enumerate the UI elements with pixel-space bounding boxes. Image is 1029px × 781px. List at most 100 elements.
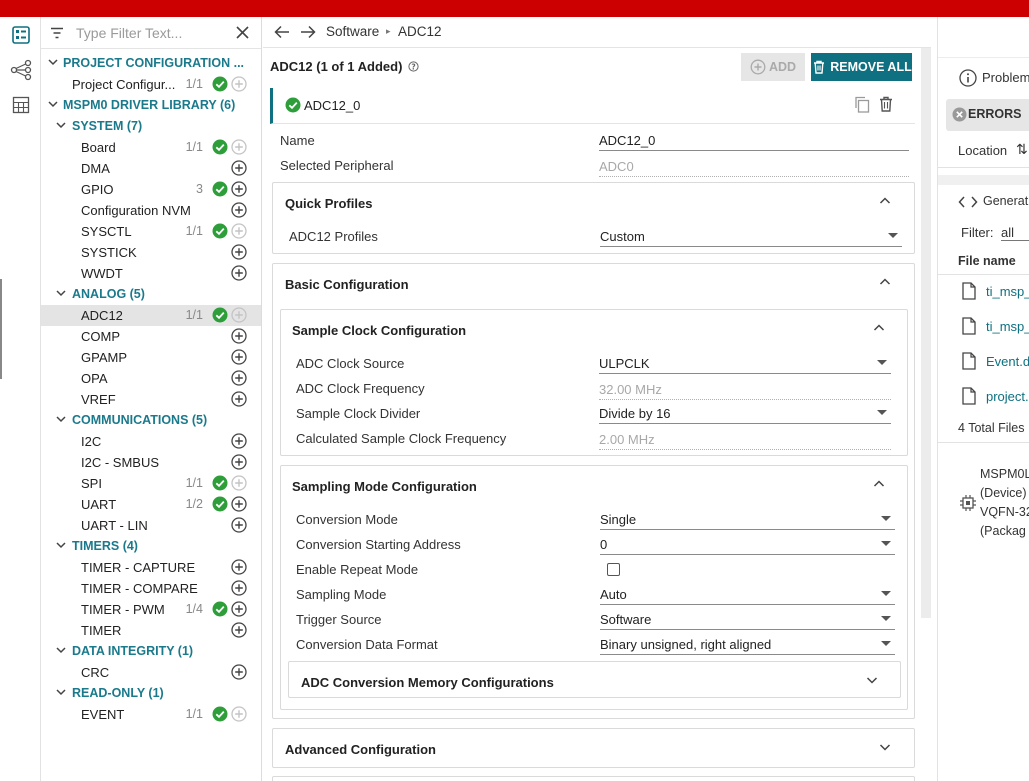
tree-item[interactable]: SYSTEM (7) [41,116,261,137]
add-circle-icon[interactable] [231,517,247,533]
tree-item[interactable]: DATA INTEGRITY (1) [41,641,261,662]
add-circle-icon[interactable] [231,454,247,470]
tree-item[interactable]: READ-ONLY (1) [41,683,261,704]
enable-repeat-mode-checkbox[interactable] [607,563,620,576]
add-circle-icon[interactable] [231,370,247,386]
sampling-mode-title[interactable]: Sampling Mode Configuration [292,479,477,494]
add-circle-icon[interactable] [231,328,247,344]
chevron-down-icon[interactable] [55,413,67,425]
tree-item[interactable]: DMA [41,158,261,179]
tree-item[interactable]: GPIO 3 [41,179,261,200]
adc-clock-source-select[interactable]: ULPCLK [599,356,891,374]
tree-item[interactable]: SYSTICK [41,242,261,263]
generated-file-link[interactable]: ti_msp_ [986,284,1029,299]
chevron-down-icon[interactable] [879,741,891,753]
chevron-up-icon[interactable] [873,478,885,490]
conversion-start-address-select[interactable]: 0 [600,537,895,555]
tree-item[interactable]: CRC [41,662,261,683]
add-circle-icon[interactable] [231,706,247,722]
add-circle-icon[interactable] [231,622,247,638]
add-circle-icon[interactable] [231,76,247,92]
sort-icon[interactable]: ⇅ [1016,141,1028,158]
add-circle-icon[interactable] [231,181,247,197]
tree-item[interactable]: Configuration NVM [41,200,261,221]
add-circle-icon[interactable] [231,664,247,680]
generated-file-link[interactable]: project. [986,389,1029,404]
instance-tab-adc12-0[interactable]: ADC12_0 [270,88,915,124]
chevron-down-icon[interactable] [47,56,59,68]
chevron-down-icon[interactable] [55,119,67,131]
chevron-down-icon[interactable] [55,287,67,299]
chevron-down-icon[interactable] [55,539,67,551]
generated-file-link[interactable]: Event.d [986,354,1029,369]
tree-item[interactable]: ANALOG (5) [41,284,261,305]
chevron-up-icon[interactable] [879,276,891,288]
add-circle-icon[interactable] [231,139,247,155]
copy-icon[interactable] [854,96,870,113]
remove-all-button[interactable]: REMOVE ALL [811,53,912,81]
forward-arrow-icon[interactable] [300,25,316,42]
tree-item[interactable]: OPA [41,368,261,389]
tree-item[interactable]: TIMER [41,620,261,641]
tree-item[interactable]: SYSCTL 1/1 [41,221,261,242]
tree-item[interactable]: I2C - SMBUS [41,452,261,473]
chevron-down-icon[interactable] [55,644,67,656]
add-circle-icon[interactable] [231,223,247,239]
add-circle-icon[interactable] [231,307,247,323]
tree-item[interactable]: MSPM0 DRIVER LIBRARY (6) [41,95,261,116]
tree-item[interactable]: VREF [41,389,261,410]
tree-item[interactable]: TIMER - COMPARE [41,578,261,599]
delete-icon[interactable] [879,96,893,112]
tree-item[interactable]: I2C [41,431,261,452]
help-icon[interactable]: ? [408,61,419,72]
tree-item[interactable]: UART - LIN [41,515,261,536]
quick-profiles-title[interactable]: Quick Profiles [285,196,372,211]
add-circle-icon[interactable] [231,496,247,512]
adc12-profiles-select[interactable]: Custom [600,229,902,247]
chevron-up-icon[interactable] [879,195,891,207]
add-circle-icon[interactable] [231,559,247,575]
add-circle-icon[interactable] [231,475,247,491]
tree-item[interactable]: ADC12 1/1 [41,305,261,326]
add-button[interactable]: ADD [741,53,805,81]
tree-item[interactable]: TIMER - PWM 1/4 [41,599,261,620]
breadcrumb-software[interactable]: Software [326,24,379,39]
conversion-data-format-select[interactable]: Binary unsigned, right aligned [600,637,895,655]
add-circle-icon[interactable] [231,601,247,617]
tree-item[interactable]: COMMUNICATIONS (5) [41,410,261,431]
table-view-icon[interactable] [9,93,33,117]
tree-item[interactable]: UART 1/2 [41,494,261,515]
add-circle-icon[interactable] [231,160,247,176]
name-field[interactable]: ADC12_0 [599,133,909,151]
sampling-mode-select[interactable]: Auto [600,587,895,605]
trigger-source-select[interactable]: Software [600,612,895,630]
pinmux-graph-icon[interactable] [9,58,33,82]
conversion-mode-select[interactable]: Single [600,512,895,530]
errors-chip[interactable]: ERRORS [946,99,1029,131]
chevron-down-icon[interactable] [866,674,878,686]
back-arrow-icon[interactable] [274,25,290,42]
chevron-down-icon[interactable] [55,686,67,698]
advanced-configuration-title[interactable]: Advanced Configuration [285,742,436,757]
location-column-header[interactable]: Location [958,143,1007,158]
tree-item[interactable]: Project Configur... 1/1 [41,74,261,95]
add-circle-icon[interactable] [231,244,247,260]
add-circle-icon[interactable] [231,349,247,365]
tree-item[interactable]: TIMER - CAPTURE [41,557,261,578]
tree-item[interactable]: COMP [41,326,261,347]
problems-title[interactable]: Problem [982,70,1029,85]
basic-configuration-title[interactable]: Basic Configuration [285,277,409,292]
add-circle-icon[interactable] [231,433,247,449]
generated-file-link[interactable]: ti_msp_ [986,319,1029,334]
tree-item[interactable]: GPAMP [41,347,261,368]
tree-item[interactable]: SPI 1/1 [41,473,261,494]
sample-clock-divider-select[interactable]: Divide by 16 [599,406,891,424]
files-filter-select[interactable]: all [1001,225,1029,241]
generated-files-title[interactable]: Generat [983,194,1028,208]
add-circle-icon[interactable] [231,265,247,281]
close-icon[interactable] [236,26,249,42]
software-view-icon[interactable] [9,23,33,47]
filter-icon[interactable] [50,26,64,43]
main-scrollbar[interactable] [921,48,931,618]
add-circle-icon[interactable] [231,391,247,407]
